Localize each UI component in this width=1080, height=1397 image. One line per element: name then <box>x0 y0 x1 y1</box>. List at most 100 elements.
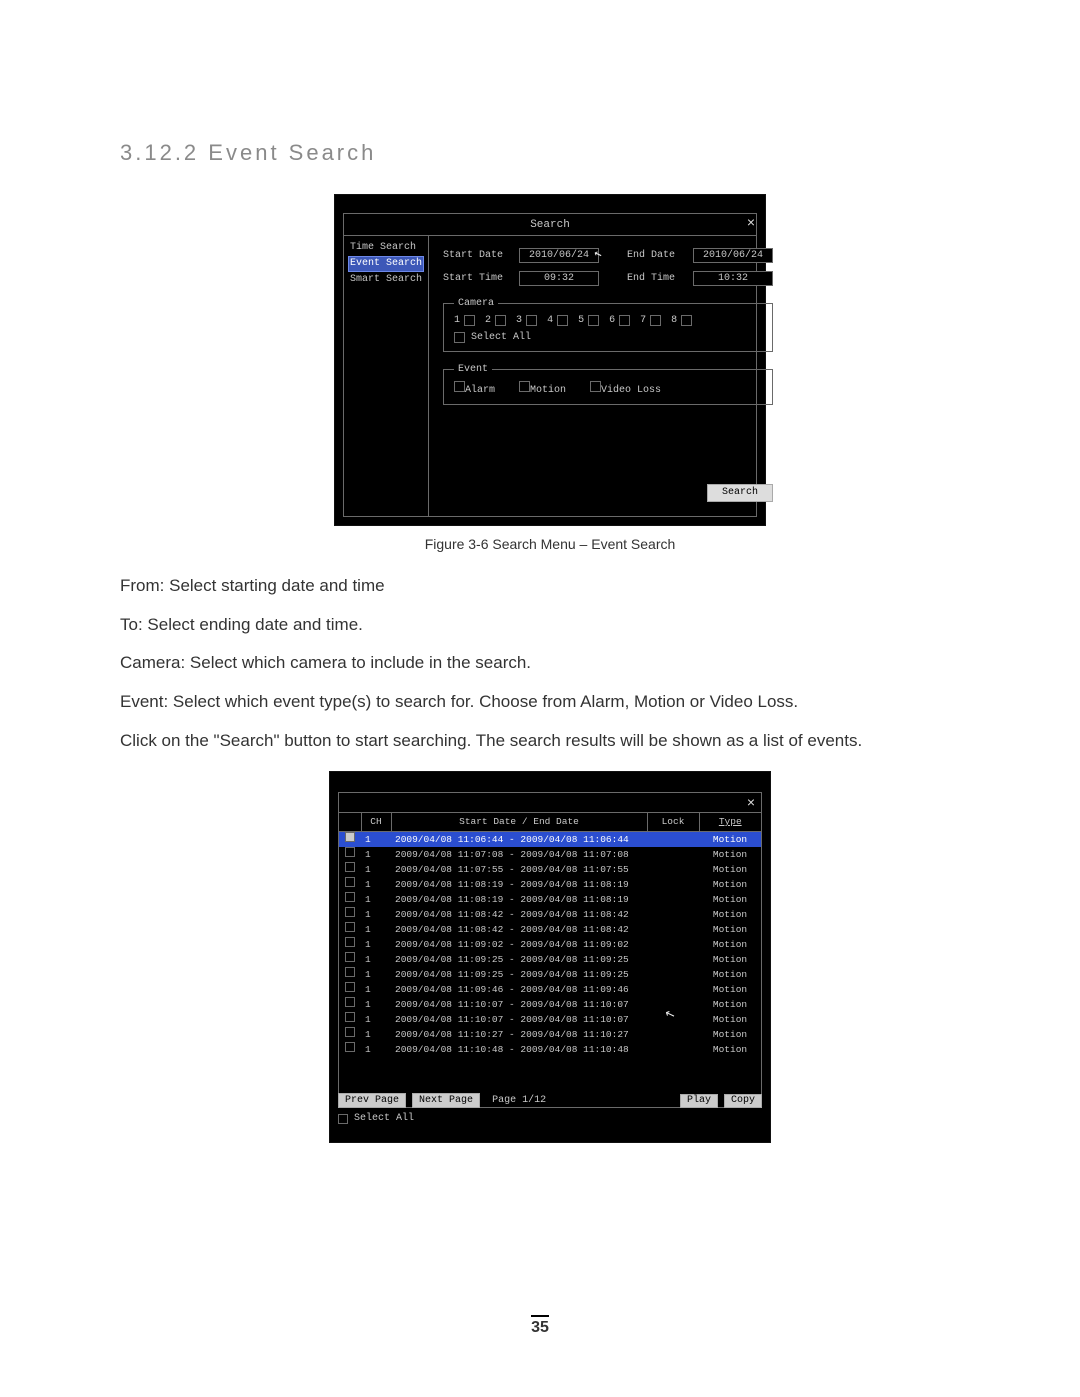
event-video-loss-option[interactable]: Video Loss <box>590 381 661 396</box>
row-date-range: 2009/04/08 11:06:44 - 2009/04/08 11:06:4… <box>391 832 647 848</box>
row-checkbox[interactable] <box>345 922 355 932</box>
play-button[interactable]: Play <box>680 1094 718 1108</box>
row-ch: 1 <box>361 997 391 1012</box>
row-date-range: 2009/04/08 11:08:42 - 2009/04/08 11:08:4… <box>391 922 647 937</box>
next-page-button[interactable]: Next Page <box>412 1093 480 1108</box>
section-heading: 3.12.2 Event Search <box>120 140 980 166</box>
copy-button[interactable]: Copy <box>724 1094 762 1108</box>
camera-6-checkbox[interactable]: 6 <box>609 315 630 326</box>
table-row[interactable]: 12009/04/08 11:07:08 - 2009/04/08 11:07:… <box>339 847 761 862</box>
table-row[interactable]: 12009/04/08 11:09:25 - 2009/04/08 11:09:… <box>339 967 761 982</box>
table-row[interactable]: 12009/04/08 11:10:07 - 2009/04/08 11:10:… <box>339 1012 761 1027</box>
screenshot-search-menu: Search × Time SearchEvent SearchSmart Se… <box>334 194 766 526</box>
select-all-results-checkbox[interactable] <box>338 1114 348 1124</box>
row-checkbox[interactable] <box>345 982 355 992</box>
row-lock <box>647 937 699 952</box>
sidebar-item-time-search[interactable]: Time Search <box>348 240 424 256</box>
row-checkbox[interactable] <box>345 1042 355 1052</box>
row-checkbox[interactable] <box>345 1012 355 1022</box>
camera-label: Camera: <box>120 653 185 672</box>
table-row[interactable]: 12009/04/08 11:09:46 - 2009/04/08 11:09:… <box>339 982 761 997</box>
page-number: 35 <box>0 1315 1080 1337</box>
body-text: From: Select starting date and time To: … <box>120 574 980 753</box>
event-motion-option[interactable]: Motion <box>519 381 566 396</box>
table-row[interactable]: 12009/04/08 11:08:19 - 2009/04/08 11:08:… <box>339 892 761 907</box>
row-checkbox[interactable] <box>345 877 355 887</box>
row-date-range: 2009/04/08 11:10:07 - 2009/04/08 11:10:0… <box>391 1012 647 1027</box>
camera-1-checkbox[interactable]: 1 <box>454 315 475 326</box>
row-type: Motion <box>699 1027 761 1042</box>
row-lock <box>647 832 699 848</box>
row-lock <box>647 952 699 967</box>
row-checkbox[interactable] <box>345 907 355 917</box>
row-ch: 1 <box>361 907 391 922</box>
row-ch: 1 <box>361 862 391 877</box>
table-row[interactable]: 12009/04/08 11:10:27 - 2009/04/08 11:10:… <box>339 1027 761 1042</box>
row-ch: 1 <box>361 937 391 952</box>
row-date-range: 2009/04/08 11:08:42 - 2009/04/08 11:08:4… <box>391 907 647 922</box>
start-time-field[interactable]: 09:32 <box>519 271 599 286</box>
event-group: Event Alarm Motion Video Loss <box>443 364 773 405</box>
page-indicator: Page 1/12 <box>492 1095 546 1106</box>
col-select <box>339 813 361 832</box>
search-button[interactable]: Search <box>707 484 773 502</box>
camera-7-checkbox[interactable]: 7 <box>640 315 661 326</box>
camera-3-checkbox[interactable]: 3 <box>516 315 537 326</box>
row-type: Motion <box>699 922 761 937</box>
table-row[interactable]: 12009/04/08 11:07:55 - 2009/04/08 11:07:… <box>339 862 761 877</box>
row-lock <box>647 1027 699 1042</box>
end-date-field[interactable]: 2010/06/24 <box>693 248 773 263</box>
camera-8-checkbox[interactable]: 8 <box>671 315 692 326</box>
table-row[interactable]: 12009/04/08 11:06:44 - 2009/04/08 11:06:… <box>339 832 761 848</box>
camera-5-checkbox[interactable]: 5 <box>578 315 599 326</box>
sidebar-item-event-search[interactable]: Event Search <box>348 256 424 272</box>
row-ch: 1 <box>361 1012 391 1027</box>
col-type: Type <box>699 813 761 832</box>
row-checkbox[interactable] <box>345 937 355 947</box>
row-type: Motion <box>699 982 761 997</box>
table-row[interactable]: 12009/04/08 11:08:42 - 2009/04/08 11:08:… <box>339 907 761 922</box>
row-checkbox[interactable] <box>345 997 355 1007</box>
table-row[interactable]: 12009/04/08 11:10:48 - 2009/04/08 11:10:… <box>339 1042 761 1057</box>
row-lock <box>647 877 699 892</box>
table-row[interactable]: 12009/04/08 11:08:42 - 2009/04/08 11:08:… <box>339 922 761 937</box>
event-alarm-option[interactable]: Alarm <box>454 381 495 396</box>
end-time-field[interactable]: 10:32 <box>693 271 773 286</box>
table-row[interactable]: 12009/04/08 11:09:02 - 2009/04/08 11:09:… <box>339 937 761 952</box>
prev-page-button[interactable]: Prev Page <box>338 1093 406 1108</box>
start-time-label: Start Time <box>443 273 513 284</box>
row-date-range: 2009/04/08 11:10:07 - 2009/04/08 11:10:0… <box>391 997 647 1012</box>
row-ch: 1 <box>361 892 391 907</box>
row-type: Motion <box>699 952 761 967</box>
table-row[interactable]: 12009/04/08 11:09:25 - 2009/04/08 11:09:… <box>339 952 761 967</box>
row-date-range: 2009/04/08 11:09:25 - 2009/04/08 11:09:2… <box>391 952 647 967</box>
row-checkbox[interactable] <box>345 1027 355 1037</box>
camera-desc: Select which camera to include in the se… <box>185 653 531 672</box>
row-checkbox[interactable] <box>345 967 355 977</box>
row-checkbox[interactable] <box>345 832 355 842</box>
close-icon[interactable]: × <box>747 794 761 810</box>
end-time-label: End Time <box>627 273 687 284</box>
table-row[interactable]: 12009/04/08 11:10:07 - 2009/04/08 11:10:… <box>339 997 761 1012</box>
row-lock <box>647 922 699 937</box>
row-checkbox[interactable] <box>345 847 355 857</box>
from-label: From: <box>120 576 164 595</box>
row-date-range: 2009/04/08 11:08:19 - 2009/04/08 11:08:1… <box>391 892 647 907</box>
camera-2-checkbox[interactable]: 2 <box>485 315 506 326</box>
close-icon[interactable]: × <box>747 215 755 229</box>
camera-4-checkbox[interactable]: 4 <box>547 315 568 326</box>
event-legend: Event <box>454 364 492 375</box>
start-date-field[interactable]: 2010/06/24 <box>519 248 599 263</box>
select-all-cameras-checkbox[interactable] <box>454 332 465 343</box>
table-row[interactable]: 12009/04/08 11:08:19 - 2009/04/08 11:08:… <box>339 877 761 892</box>
row-checkbox[interactable] <box>345 892 355 902</box>
col-lock: Lock <box>647 813 699 832</box>
row-checkbox[interactable] <box>345 862 355 872</box>
row-checkbox[interactable] <box>345 952 355 962</box>
row-date-range: 2009/04/08 11:07:55 - 2009/04/08 11:07:5… <box>391 862 647 877</box>
search-sidebar: Time SearchEvent SearchSmart Search <box>344 236 429 516</box>
sidebar-item-smart-search[interactable]: Smart Search <box>348 272 424 288</box>
row-type: Motion <box>699 937 761 952</box>
row-type: Motion <box>699 862 761 877</box>
screenshot-results: × ↖ CH Start Date / End Date Lock Type 1… <box>329 771 771 1143</box>
